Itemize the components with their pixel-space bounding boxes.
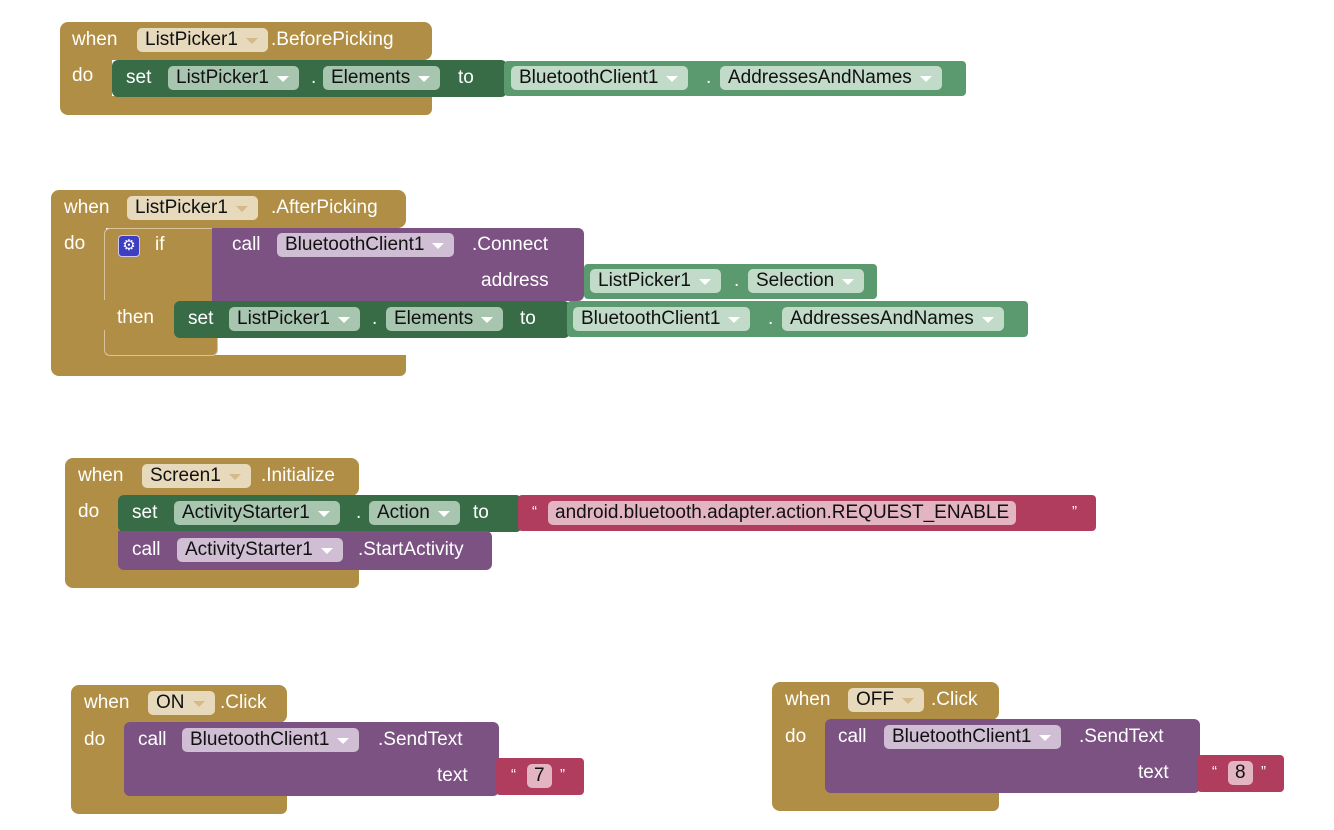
event-name: .BeforePicking <box>271 29 394 50</box>
component-dropdown[interactable]: ListPicker1 <box>168 66 299 90</box>
event-name: .Initialize <box>261 465 335 486</box>
when-label: when <box>64 197 110 218</box>
then-label: then <box>117 307 154 328</box>
if-keyword: if <box>155 234 165 255</box>
component-dropdown[interactable]: ListPicker1 <box>137 28 268 52</box>
when-label: when <box>72 29 118 50</box>
do-label: do <box>78 501 100 522</box>
do-label: do <box>64 233 86 254</box>
to-label: to <box>473 502 489 523</box>
string-value-field[interactable]: 8 <box>1228 761 1253 785</box>
dot-separator: . <box>706 67 712 88</box>
dot-separator: . <box>372 308 378 329</box>
do-label: do <box>785 726 807 747</box>
component-dropdown[interactable]: BluetoothClient1 <box>277 233 455 257</box>
method-name: .Connect <box>472 234 549 255</box>
call-keyword: call <box>138 729 167 750</box>
set-keyword: set <box>126 67 152 88</box>
method-name: .SendText <box>378 729 463 750</box>
call-keyword: call <box>838 726 867 747</box>
dot-separator: . <box>768 308 774 329</box>
dot-separator: . <box>356 502 362 523</box>
component-dropdown[interactable]: Screen1 <box>142 464 251 488</box>
component-dropdown[interactable]: ListPicker1 <box>127 196 258 220</box>
event-name: .Click <box>931 689 978 710</box>
component-dropdown[interactable]: ActivityStarter1 <box>177 538 343 562</box>
close-quote: ” <box>1261 763 1266 780</box>
method-name: .StartActivity <box>358 539 464 560</box>
when-label: when <box>84 692 130 713</box>
property-dropdown[interactable]: Action <box>369 501 460 525</box>
component-dropdown[interactable]: OFF <box>848 688 924 712</box>
property-dropdown[interactable]: AddressesAndNames <box>782 307 1004 331</box>
string-value-field[interactable]: android.bluetooth.adapter.action.REQUEST… <box>548 501 1017 525</box>
property-dropdown[interactable]: AddressesAndNames <box>720 66 942 90</box>
component-dropdown[interactable]: BluetoothClient1 <box>573 307 751 331</box>
dot-separator: . <box>734 270 740 291</box>
component-dropdown[interactable]: ListPicker1 <box>229 307 360 331</box>
call-keyword: call <box>232 234 261 255</box>
set-keyword: set <box>188 308 214 329</box>
open-quote: “ <box>532 503 537 520</box>
to-label: to <box>520 308 536 329</box>
component-dropdown[interactable]: BluetoothClient1 <box>884 725 1062 749</box>
close-quote: ” <box>1072 503 1077 520</box>
gear-icon[interactable]: ⚙ <box>118 235 140 257</box>
method-name: .SendText <box>1079 726 1164 747</box>
event-name: .Click <box>220 692 267 713</box>
property-dropdown[interactable]: Elements <box>323 66 441 90</box>
when-label: when <box>78 465 124 486</box>
property-dropdown[interactable]: Elements <box>386 307 504 331</box>
do-label: do <box>72 65 94 86</box>
event-name: .AfterPicking <box>271 197 378 218</box>
call-keyword: call <box>132 539 161 560</box>
to-label: to <box>458 67 474 88</box>
set-keyword: set <box>132 502 158 523</box>
arg-label: text <box>437 765 468 786</box>
open-quote: “ <box>511 766 516 783</box>
component-dropdown[interactable]: ON <box>148 691 215 715</box>
arg-label: address <box>481 270 549 291</box>
property-dropdown[interactable]: Selection <box>748 269 865 293</box>
dot-separator: . <box>311 67 317 88</box>
close-quote: ” <box>560 766 565 783</box>
arg-label: text <box>1138 762 1169 783</box>
component-dropdown[interactable]: BluetoothClient1 <box>182 728 360 752</box>
component-dropdown[interactable]: ListPicker1 <box>590 269 721 293</box>
string-value-field[interactable]: 7 <box>527 764 552 788</box>
do-label: do <box>84 729 106 750</box>
component-dropdown[interactable]: BluetoothClient1 <box>511 66 689 90</box>
when-label: when <box>785 689 831 710</box>
open-quote: “ <box>1212 763 1217 780</box>
component-dropdown[interactable]: ActivityStarter1 <box>174 501 340 525</box>
